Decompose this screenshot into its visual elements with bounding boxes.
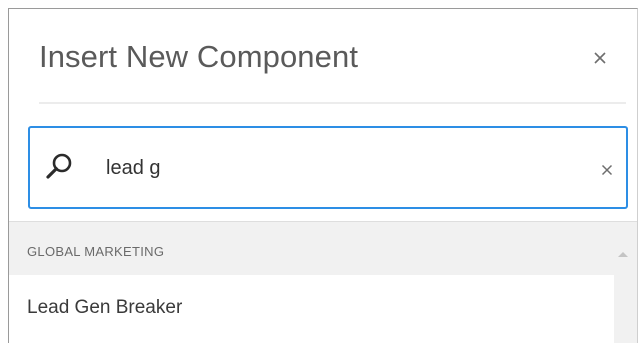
clear-search-button[interactable] (598, 161, 616, 179)
result-item-label: Lead Gen Breaker (27, 297, 183, 318)
search-field[interactable] (28, 126, 628, 209)
clear-icon (601, 164, 613, 176)
chevron-up-icon (618, 252, 628, 257)
insert-component-dialog: Insert New Component GLOBAL MARKETING Le… (8, 8, 638, 343)
close-icon (594, 52, 606, 64)
search-input[interactable] (106, 152, 566, 184)
close-button[interactable] (585, 43, 615, 73)
search-icon (46, 153, 72, 179)
scroll-up-button[interactable] (617, 245, 629, 257)
dialog-title: Insert New Component (39, 39, 359, 74)
result-item-lead-gen-breaker[interactable]: Lead Gen Breaker (9, 275, 614, 343)
title-divider (39, 102, 626, 104)
results-list: GLOBAL MARKETING Lead Gen Breaker (9, 221, 637, 343)
group-header: GLOBAL MARKETING (27, 244, 165, 259)
